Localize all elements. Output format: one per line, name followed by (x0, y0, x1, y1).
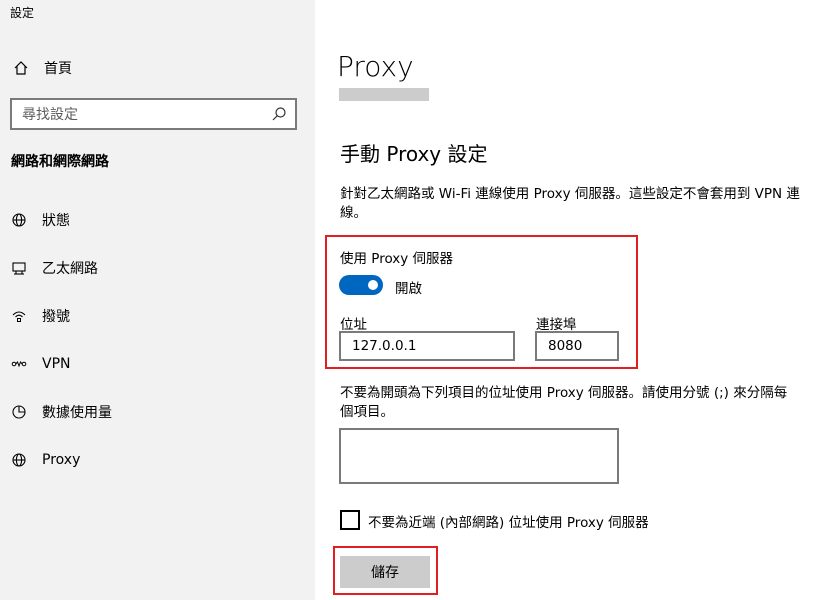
use-proxy-toggle[interactable] (339, 275, 383, 295)
local-bypass-checkbox[interactable] (340, 510, 360, 530)
port-label: 連接埠 (536, 317, 577, 333)
search-placeholder: 尋找設定 (22, 107, 78, 123)
port-field[interactable]: 8080 (535, 331, 619, 361)
sidebar-item-proxy[interactable]: Proxy (10, 448, 80, 472)
save-button[interactable]: 儲存 (340, 556, 430, 588)
ethernet-icon (10, 259, 28, 277)
exceptions-description: 不要為開頭為下列項目的位址使用 Proxy 伺服器。請使用分號 (;) 來分隔每… (340, 385, 788, 420)
sidebar-item-vpn[interactable]: VPN (10, 352, 71, 376)
sidebar-item-home[interactable]: 首頁 (12, 58, 72, 78)
toggle-knob (368, 280, 378, 290)
sidebar-item-label: 乙太網路 (42, 261, 98, 277)
window-title: 設定 (10, 6, 35, 20)
page-title: Proxy (337, 50, 434, 83)
sidebar-item-ethernet[interactable]: 乙太網路 (10, 256, 98, 280)
toggle-state-label: 開啟 (395, 281, 422, 297)
dialup-icon (10, 307, 28, 325)
sidebar-item-dialup[interactable]: 撥號 (10, 304, 70, 328)
exceptions-field[interactable] (339, 428, 619, 484)
address-label: 位址 (340, 317, 367, 333)
search-input[interactable]: 尋找設定 (10, 98, 297, 130)
data-usage-icon (10, 403, 28, 421)
sidebar-item-label: 撥號 (42, 309, 70, 325)
sidebar-item-label: 首頁 (44, 61, 72, 77)
sidebar-item-label: VPN (42, 356, 71, 372)
search-icon[interactable] (269, 104, 289, 124)
address-field[interactable]: 127.0.0.1 (339, 331, 515, 361)
local-bypass-label: 不要為近端 (內部網路) 位址使用 Proxy 伺服器 (368, 515, 649, 531)
sidebar-item-status[interactable]: 狀態 (10, 208, 70, 232)
sidebar-item-label: 狀態 (42, 213, 70, 229)
sidebar-item-label: 數據使用量 (42, 405, 112, 421)
sidebar-item-label: Proxy (42, 452, 81, 468)
partially-hidden-button[interactable] (339, 88, 429, 101)
sidebar-section-title: 網路和網際網路 (11, 154, 109, 170)
use-proxy-label: 使用 Proxy 伺服器 (340, 251, 454, 267)
manual-proxy-description: 針對乙太網路或 Wi-Fi 連線使用 Proxy 伺服器。這些設定不會套用到 V… (340, 186, 800, 221)
sidebar-item-data-usage[interactable]: 數據使用量 (10, 400, 112, 424)
globe-icon (10, 451, 28, 469)
sidebar: 設定 首頁 尋找設定 網路和網際網路 狀態 乙太網路 撥號 VPN 數據使用量 … (0, 0, 315, 600)
main-content: Proxy 手動 Proxy 設定 針對乙太網路或 Wi-Fi 連線使用 Pro… (315, 0, 813, 600)
vpn-icon (10, 355, 28, 373)
globe-status-icon (10, 211, 28, 229)
manual-proxy-heading: 手動 Proxy 設定 (340, 142, 488, 166)
home-icon (12, 59, 30, 77)
